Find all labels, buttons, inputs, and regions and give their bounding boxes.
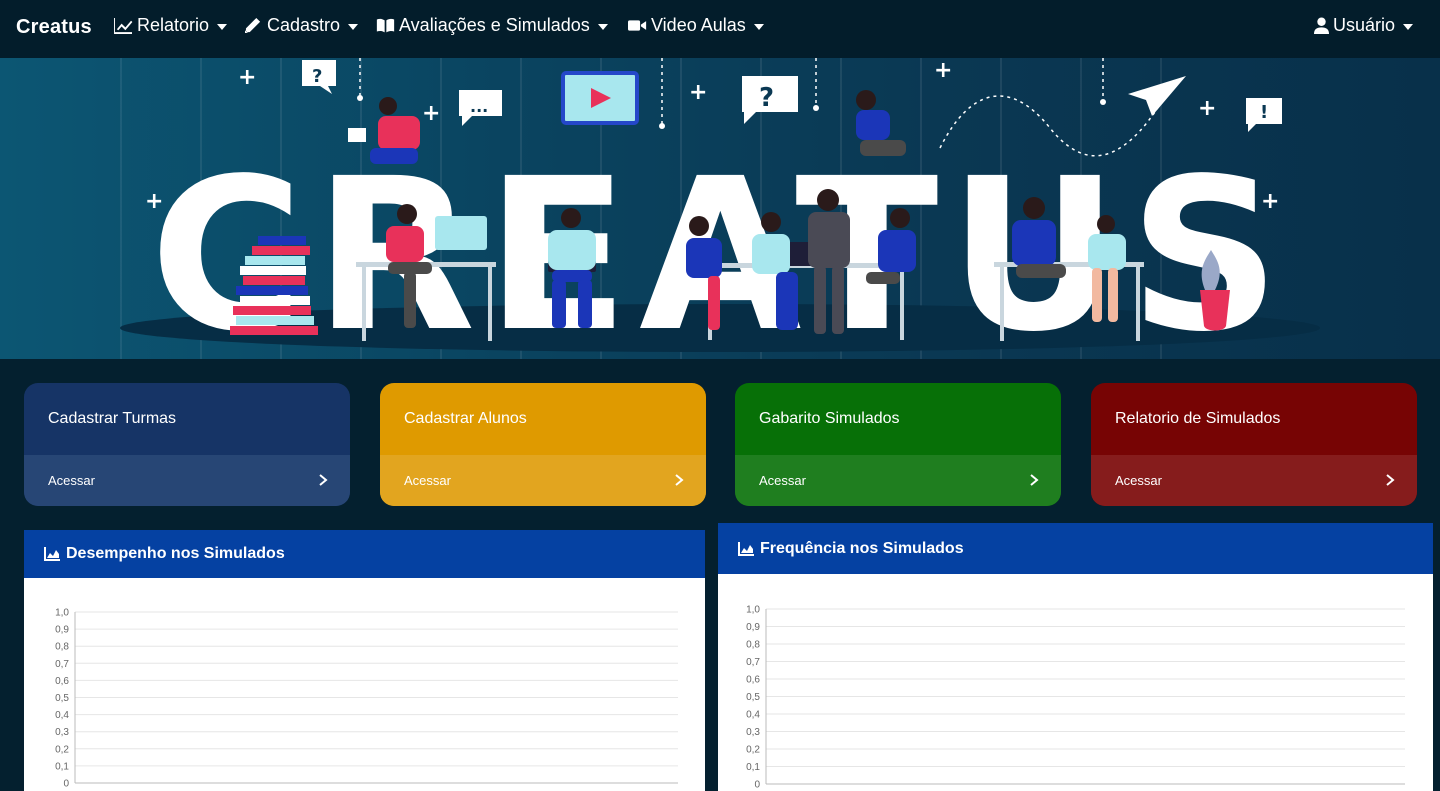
- y-tick-label: 0,4: [55, 710, 69, 721]
- user-icon: [1314, 17, 1329, 34]
- y-tick-label: 1,0: [746, 605, 760, 616]
- svg-text:+: +: [185, 276, 203, 301]
- y-tick-label: 0,4: [746, 710, 760, 721]
- hero-banner: CREATUS + + + + + + + + + ? ... ? !: [0, 58, 1440, 359]
- y-tick-label: 1,0: [55, 608, 69, 619]
- nav-cadastro-label: Cadastro: [267, 15, 341, 35]
- card-footer[interactable]: Acessar: [1091, 455, 1417, 506]
- card-relatorio-simulados[interactable]: Relatorio de Simulados Acessar: [1091, 383, 1417, 506]
- hero-illustration: CREATUS +++ +++ +++ ? ... ? !: [120, 58, 1320, 359]
- y-tick-label: 0,5: [746, 692, 760, 703]
- card-access-link[interactable]: Acessar: [404, 473, 451, 488]
- svg-text:...: ...: [470, 97, 488, 116]
- performance-panel: Desempenho nos Simulados 0 0,1 0,2 0,3 0,4 0,…: [24, 530, 705, 791]
- book-icon: [376, 18, 395, 33]
- y-tick-label: 0,3: [55, 727, 69, 738]
- svg-text:+: +: [1198, 96, 1216, 121]
- y-tick-label: 0,2: [746, 745, 760, 756]
- chevron-right-icon: [675, 474, 684, 486]
- top-navbar: Creatus Relatorio Cadastro Avaliações e …: [0, 0, 1440, 58]
- card-footer[interactable]: Acessar: [735, 455, 1061, 506]
- card-access-link[interactable]: Acessar: [759, 473, 806, 488]
- svg-text:+: +: [1261, 189, 1279, 214]
- y-tick-label: 0,6: [746, 675, 760, 686]
- chevron-right-icon: [1386, 474, 1395, 486]
- card-title: Cadastrar Alunos: [404, 410, 527, 427]
- chevron-down-icon: [348, 23, 359, 30]
- y-tick-label: 0,7: [55, 659, 69, 670]
- area-chart-icon: [44, 547, 60, 561]
- svg-text:+: +: [145, 189, 163, 214]
- pencil-icon: [245, 17, 261, 34]
- frequency-panel-title: Frequência nos Simulados: [760, 539, 964, 557]
- card-gabarito-simulados[interactable]: Gabarito Simulados Acessar: [735, 383, 1061, 506]
- chevron-right-icon: [319, 474, 328, 486]
- nav-video-aulas-label: Video Aulas: [651, 15, 746, 35]
- chevron-right-icon: [1030, 474, 1039, 486]
- y-tick-label: 0,9: [746, 622, 760, 633]
- y-tick-label: 0,3: [746, 727, 760, 738]
- y-tick-label: 0,8: [55, 642, 69, 653]
- card-cadastrar-alunos[interactable]: Cadastrar Alunos Acessar: [380, 383, 706, 506]
- card-footer[interactable]: Acessar: [380, 455, 706, 506]
- svg-text:+: +: [422, 101, 440, 126]
- nav-user-menu[interactable]: Usuário: [1314, 15, 1414, 36]
- card-cadastrar-turmas[interactable]: Cadastrar Turmas Acessar: [24, 383, 350, 506]
- y-tick-label: 0,9: [55, 625, 69, 636]
- performance-panel-title: Desempenho nos Simulados: [66, 545, 285, 562]
- chevron-down-icon: [1403, 23, 1414, 30]
- nav-avaliacoes-label: Avaliações e Simulados: [399, 15, 590, 35]
- frequency-panel: Frequência nos Simulados 0 0,1 0,2 0,3 0,4 0,…: [718, 523, 1433, 791]
- brand-logo[interactable]: Creatus: [16, 16, 92, 39]
- line-chart-icon: [114, 17, 133, 34]
- card-access-link[interactable]: Acessar: [48, 473, 95, 488]
- nav-relatorio[interactable]: Relatorio: [114, 15, 228, 36]
- y-tick-label: 0,2: [55, 744, 69, 755]
- svg-text:+: +: [689, 80, 707, 105]
- performance-panel-header: Desempenho nos Simulados: [24, 530, 705, 578]
- card-title: Gabarito Simulados: [759, 410, 900, 427]
- nav-video-aulas[interactable]: Video Aulas: [628, 15, 764, 36]
- y-tick-label: 0,6: [55, 676, 69, 687]
- frequency-panel-header: Frequência nos Simulados: [718, 523, 1433, 574]
- y-tick-label: 0,1: [55, 761, 69, 772]
- performance-chart: 0 0,1 0,2 0,3 0,4 0,5 0,6 0,7 0,8 0,9 1,0: [55, 608, 678, 790]
- svg-text:+: +: [238, 65, 256, 90]
- svg-text:?: ?: [312, 66, 322, 87]
- video-camera-icon: [628, 20, 647, 31]
- y-tick-label: 0,7: [746, 657, 760, 668]
- svg-text:+: +: [1245, 276, 1263, 301]
- card-title: Relatorio de Simulados: [1115, 410, 1281, 427]
- y-tick-label: 0,1: [746, 762, 760, 773]
- nav-cadastro[interactable]: Cadastro: [244, 15, 359, 36]
- svg-text:?: ?: [759, 83, 774, 113]
- card-access-link[interactable]: Acessar: [1115, 473, 1162, 488]
- nav-relatorio-label: Relatorio: [137, 15, 210, 35]
- card-title: Cadastrar Turmas: [48, 410, 177, 427]
- y-tick-label: 0,8: [746, 640, 760, 651]
- y-tick-label: 0: [63, 779, 69, 790]
- card-footer[interactable]: Acessar: [24, 455, 350, 506]
- chevron-down-icon: [217, 23, 228, 30]
- nav-user-label: Usuário: [1333, 15, 1396, 35]
- nav-avaliacoes[interactable]: Avaliações e Simulados: [376, 15, 608, 36]
- area-chart-icon: [738, 541, 754, 556]
- chevron-down-icon: [753, 23, 764, 30]
- y-tick-label: 0,5: [55, 693, 69, 704]
- svg-text:!: !: [1260, 102, 1268, 123]
- svg-text:+: +: [934, 58, 952, 83]
- y-tick-label: 0: [754, 780, 760, 791]
- frequency-chart: 0 0,1 0,2 0,3 0,4 0,5 0,6 0,7 0,8 0,9 1,0: [746, 605, 1405, 791]
- chevron-down-icon: [597, 23, 608, 30]
